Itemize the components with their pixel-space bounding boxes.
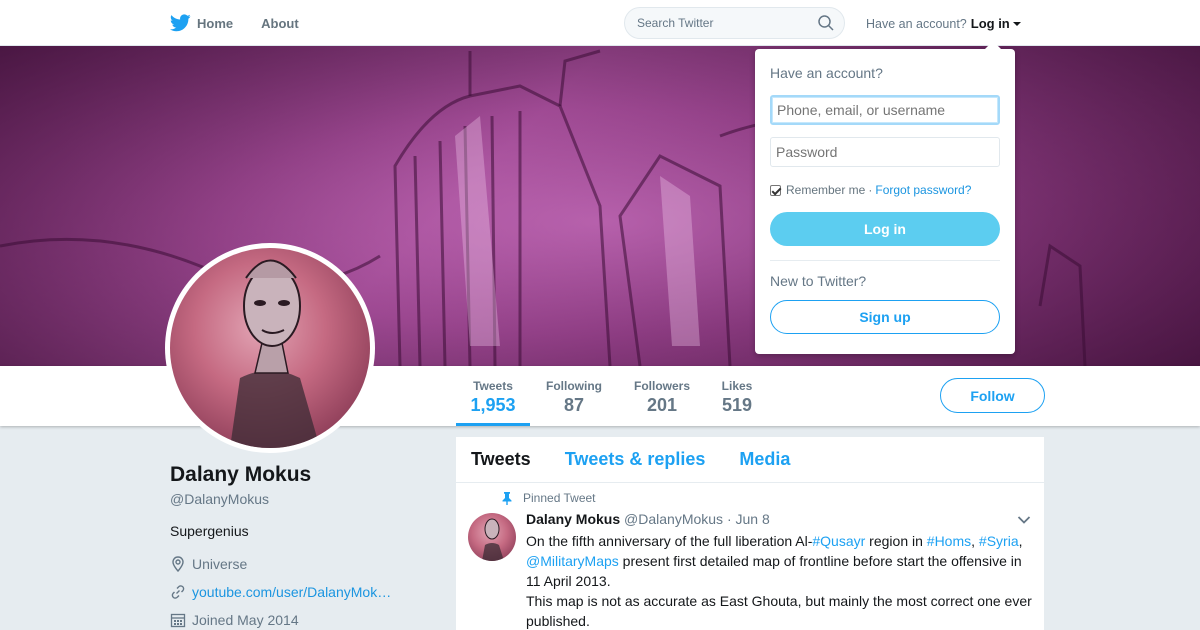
top-navigation: Home About Search Twitter Have an accoun… [0,0,1200,46]
follow-button[interactable]: Follow [940,378,1045,413]
tweet-paragraph-1: On the fifth anniversary of the full lib… [526,531,1036,591]
link-icon [171,585,185,599]
chevron-down-icon[interactable] [1017,515,1031,525]
nav-about[interactable]: About [261,16,299,31]
tweet-author-name[interactable]: Dalany Mokus [526,511,620,527]
have-account-text: Have an account? [866,16,967,31]
profile-joined: Joined May 2014 [170,612,299,628]
timeline: Tweets Tweets & replies Media Pinned Twe… [456,437,1044,630]
pin-icon [502,491,512,505]
login-dropdown: Have an account? Remember me · Forgot pa… [755,41,1015,354]
stat-tweets[interactable]: Tweets 1,953 [456,366,530,426]
stat-followers-value: 201 [646,395,678,415]
profile-bio: Supergenius [170,523,249,539]
hashtag-qusayr[interactable]: #Qusayr [812,533,865,549]
password-field[interactable] [770,137,1000,167]
location-pin-icon [172,556,184,572]
mention-militarymaps[interactable]: @MilitaryMaps [526,553,619,569]
caret-down-icon [1012,22,1021,26]
hashtag-homs[interactable]: #Homs [927,533,971,549]
profile-website: youtube.com/user/DalanyMok… [170,584,391,600]
tab-tweets-replies[interactable]: Tweets & replies [565,449,706,470]
tab-media[interactable]: Media [739,449,790,470]
profile-name: Dalany Mokus [170,463,312,486]
avatar-artwork [230,259,320,448]
profile-handle: @DalanyMokus [170,491,270,507]
login-link[interactable]: Log in [971,16,1010,31]
tweet-text-segment: On the fifth anniversary of the full lib… [526,533,813,549]
login-button[interactable]: Log in [770,212,1000,246]
username-field[interactable] [770,95,1000,125]
tweet-text: On the fifth anniversary of the full lib… [526,531,1036,630]
location-text: Universe [192,556,248,572]
stat-likes-value: 519 [721,395,753,415]
signup-button[interactable]: Sign up [770,300,1000,334]
divider [770,260,1000,261]
tweet-avatar-artwork [482,518,504,561]
tweet-header: Dalany Mokus @DalanyMokus · Jun 8 [526,511,770,527]
tweet-author-handle[interactable]: @DalanyMokus [624,511,723,527]
new-to-twitter-text: New to Twitter? [770,273,867,289]
tweet-avatar[interactable] [468,513,516,561]
pinned-indicator: Pinned Tweet [501,491,596,505]
joined-text: Joined May 2014 [192,612,299,628]
dropdown-title: Have an account? [770,65,883,81]
remember-checkbox[interactable] [770,184,781,196]
website-link[interactable]: youtube.com/user/DalanyMok… [192,584,391,600]
search-input[interactable]: Search Twitter [624,7,845,39]
stat-tweets-label: Tweets [473,379,513,393]
timeline-tabs: Tweets Tweets & replies Media [456,437,1044,483]
stat-followers-label: Followers [633,379,690,393]
tweet-paragraph-2: This map is not as accurate as East Ghou… [526,593,1032,629]
search-icon[interactable] [818,15,834,31]
profile-avatar[interactable] [165,243,375,453]
stat-followers[interactable]: Followers 201 [628,366,696,426]
remember-separator: · [868,183,873,197]
calendar-icon [170,613,186,628]
hashtag-syria[interactable]: #Syria [979,533,1019,549]
stat-likes-label: Likes [721,379,753,393]
tweet-date[interactable]: · Jun 8 [727,511,770,527]
account-menu[interactable]: Have an account? Log in [866,16,1021,31]
stat-tweets-value: 1,953 [470,395,516,415]
stat-likes[interactable]: Likes 519 [716,366,758,426]
tweet-text-segment: , [971,533,979,549]
twitter-bird-icon [170,14,191,32]
stat-following-value: 87 [563,395,585,415]
tweet-text-segment: region in [865,533,927,549]
nav-home[interactable]: Home [170,14,233,32]
search-placeholder: Search Twitter [637,16,714,30]
stat-following-label: Following [546,379,602,393]
nav-home-label: Home [197,15,234,31]
pinned-label: Pinned Tweet [523,491,596,505]
forgot-password-link[interactable]: Forgot password? [875,183,971,197]
nav-left: Home About [170,0,327,46]
remember-row: Remember me · Forgot password? [770,183,971,197]
stat-following[interactable]: Following 87 [540,366,608,426]
remember-label[interactable]: Remember me [786,183,865,197]
tab-tweets[interactable]: Tweets [471,449,531,470]
nav-about-label: About [261,15,299,31]
profile-location: Universe [170,556,247,572]
avatar-image [170,248,370,448]
tweet-text-segment: , [1018,533,1023,549]
